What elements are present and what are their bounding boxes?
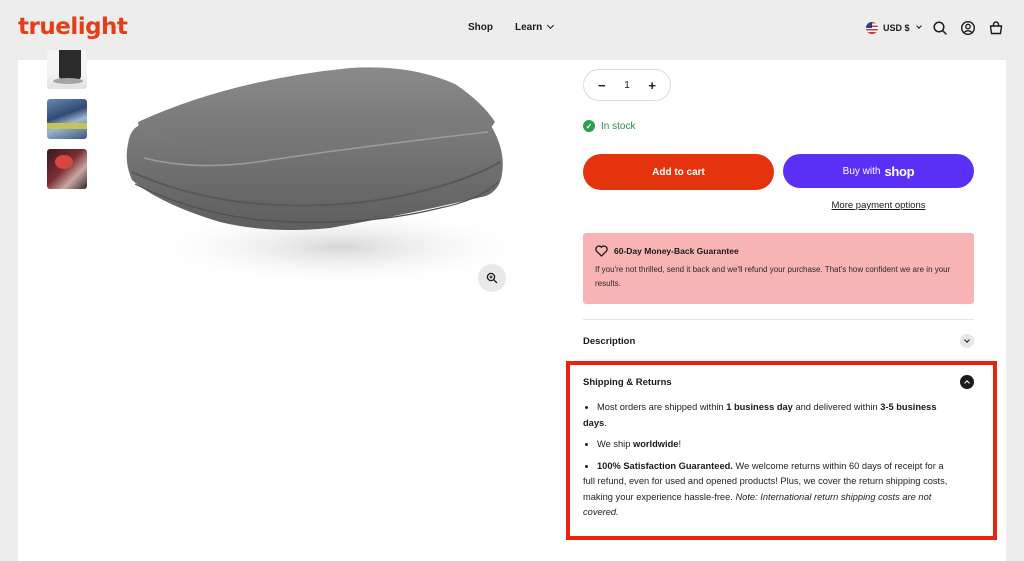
add-to-cart-button[interactable]: Add to cart xyxy=(583,154,774,190)
nav-learn-label: Learn xyxy=(515,22,543,33)
list-item: 100% Satisfaction Guaranteed. We welcome… xyxy=(583,459,953,521)
guarantee-title-row: 60-Day Money-Back Guarantee xyxy=(595,245,962,257)
shipping-label: Shipping & Returns xyxy=(583,376,672,388)
guarantee-body: If you're not thrilled, send it back and… xyxy=(595,265,951,288)
chevron-glyph xyxy=(964,337,970,343)
chevron-down-icon xyxy=(915,23,922,29)
shipping-text: and delivered within xyxy=(792,402,881,412)
description-label: Description xyxy=(583,335,636,347)
nav-learn[interactable]: Learn xyxy=(515,21,555,33)
shipping-accordion-header[interactable]: Shipping & Returns xyxy=(583,375,974,389)
cart-icon[interactable] xyxy=(988,20,1004,36)
heart-icon xyxy=(595,245,608,257)
quantity-stepper: − 1 + xyxy=(583,69,671,101)
thumbnail-car-detailing[interactable] xyxy=(47,99,87,139)
logo-text-light: light xyxy=(70,14,128,40)
product-image[interactable] xyxy=(110,62,540,312)
chevron-glyph xyxy=(964,380,970,386)
list-item: We ship worldwide! xyxy=(583,437,953,453)
quantity-value[interactable]: 1 xyxy=(624,80,630,91)
currency-label: USD $ xyxy=(883,23,910,33)
us-flag-icon xyxy=(866,22,878,34)
thumbnail-person[interactable] xyxy=(47,149,87,189)
shipping-text: ! xyxy=(678,439,682,449)
shipping-text: We ship xyxy=(597,439,633,449)
chevron-up-icon[interactable] xyxy=(960,375,974,389)
zoom-in-icon xyxy=(486,272,498,284)
band-shape xyxy=(47,123,87,129)
logo[interactable]: truelight xyxy=(18,14,128,40)
shadow-shape xyxy=(53,78,83,84)
guarantee-title: 60-Day Money-Back Guarantee xyxy=(614,246,739,256)
list-item: Most orders are shipped within 1 busines… xyxy=(583,400,953,431)
shipping-details-list: Most orders are shipped within 1 busines… xyxy=(583,400,953,527)
guarantee-banner: 60-Day Money-Back Guarantee If you're no… xyxy=(583,233,974,304)
shipping-text: . xyxy=(604,417,607,428)
logo-text-true: true xyxy=(18,14,71,40)
shop-pay-logo: shop xyxy=(884,163,915,179)
stock-status: ✓ In stock xyxy=(583,120,635,132)
description-accordion-header[interactable]: Description xyxy=(583,334,974,348)
pants-shape xyxy=(59,50,81,80)
more-payment-options-link[interactable]: More payment options xyxy=(783,200,974,211)
chevron-down-icon[interactable] xyxy=(960,334,974,348)
quantity-increase-button[interactable]: + xyxy=(648,78,656,93)
nav-shop[interactable]: Shop xyxy=(468,22,493,33)
chevron-down-icon xyxy=(547,21,555,30)
buy-with-shop-button[interactable]: Buy with shop xyxy=(783,154,974,188)
zoom-button[interactable] xyxy=(478,264,506,292)
search-icon[interactable] xyxy=(932,20,948,36)
shipping-text: Most orders are shipped within xyxy=(597,402,727,412)
check-icon: ✓ xyxy=(583,120,595,132)
shipping-bold: 1 business day xyxy=(726,402,793,412)
site-header: truelight Shop Learn USD $ xyxy=(0,0,1024,60)
stock-status-label: In stock xyxy=(601,120,636,132)
thumbnail-pants[interactable] xyxy=(47,50,87,89)
divider xyxy=(583,319,974,320)
account-icon[interactable] xyxy=(960,20,976,36)
buy-with-label: Buy with xyxy=(842,165,881,177)
shipping-bold: 100% Satisfaction Guaranteed. xyxy=(597,460,733,471)
currency-selector[interactable]: USD $ xyxy=(866,22,922,34)
quantity-decrease-button[interactable]: − xyxy=(598,78,606,93)
shipping-bold: worldwide xyxy=(633,439,679,449)
hair-shape xyxy=(55,155,73,169)
